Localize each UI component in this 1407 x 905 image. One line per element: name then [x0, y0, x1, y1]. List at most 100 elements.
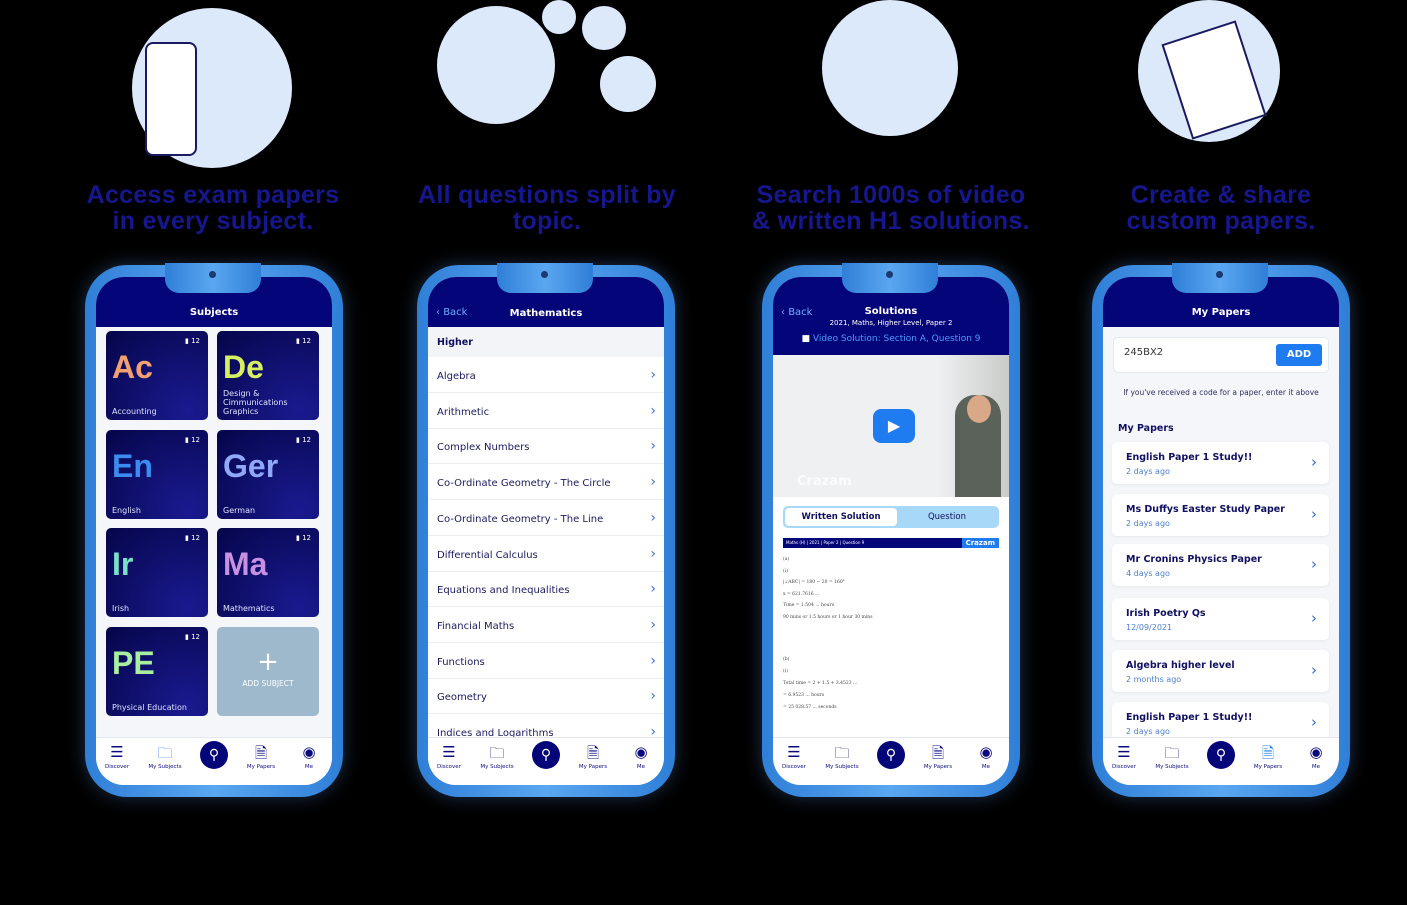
list-icon: ☰ — [1117, 743, 1131, 761]
nav-label: Me — [1311, 764, 1321, 770]
nav-label: Me — [304, 764, 314, 770]
nav-item-discover[interactable]: ☰ Discover — [1103, 743, 1147, 770]
subject-name: Mathematics — [223, 604, 275, 613]
topic-row[interactable]: Geometry › — [428, 679, 664, 715]
topic-label: Complex Numbers — [437, 442, 530, 454]
paper-card[interactable]: Algebra higher level 2 months ago › — [1112, 650, 1329, 692]
page-title: Mathematics — [509, 308, 583, 319]
paper-card[interactable]: Irish Poetry Qs 12/09/2021 › — [1112, 598, 1329, 640]
count: 12 — [302, 436, 311, 444]
subject-name: Design & Cimmunications Graphics — [223, 389, 288, 416]
topic-row[interactable]: Co-Ordinate Geometry - The Circle › — [428, 465, 664, 501]
nav-label: Me — [981, 764, 991, 770]
bookmark-count: ▮ 12 — [185, 633, 200, 641]
doc-header-text: Maths (H) | 2021 | Paper 2 | Question 9 — [786, 540, 865, 545]
paper-code-input[interactable] — [1124, 347, 1264, 358]
chevron-right-icon: › — [650, 545, 656, 562]
topic-row[interactable]: Complex Numbers › — [428, 429, 664, 465]
topic-label: Geometry — [437, 692, 487, 704]
topics-illustration — [437, 6, 555, 124]
doc-line: = 6.9523 ... hours — [783, 693, 825, 698]
topic-row[interactable]: Algebra › — [428, 358, 664, 393]
document-icon: 🗎 — [1261, 744, 1275, 762]
doc-line: (i) — [783, 669, 788, 674]
count: 12 — [302, 534, 311, 542]
nav-item-my-subjects[interactable]: 🗀 My Subjects — [1149, 743, 1195, 770]
search-button[interactable]: ⚲ — [532, 741, 560, 769]
topic-row[interactable]: Differential Calculus › — [428, 536, 664, 572]
subject-tile[interactable]: ▮ 12 De Design & Cimmunications Graphics — [217, 331, 319, 420]
heading-1: Access exam papers in every subject. — [86, 181, 340, 235]
chevron-right-icon: › — [650, 581, 656, 598]
video-solution-link[interactable]: ■ Video Solution: Section A, Question 9 — [773, 334, 1009, 344]
solution-tabs: Written Solution Question — [783, 506, 999, 528]
section-higher: Higher — [428, 327, 664, 357]
tab-question[interactable]: Question — [897, 508, 997, 526]
subject-tile[interactable]: ▮ 12 En English — [106, 430, 208, 519]
paper-card[interactable]: English Paper 1 Study!! 2 days ago › — [1112, 442, 1329, 484]
nav-item-my-papers[interactable]: 🗎 My Papers — [915, 743, 961, 770]
nav-label: Me — [636, 764, 646, 770]
doc-line: = 25 028.57 ... seconds — [783, 705, 837, 710]
count: 12 — [191, 633, 200, 641]
search-button[interactable]: ⚲ — [877, 741, 905, 769]
bottom-nav: ☰ Discover 🗀 My Subjects 🗎 My Papers ◉ Me ⚲ — [1103, 737, 1339, 785]
paper-card[interactable]: Mr Cronins Physics Paper 4 days ago › — [1112, 544, 1329, 586]
tab-written-solution[interactable]: Written Solution — [785, 508, 897, 526]
subject-tile[interactable]: ▮ 12 Ma Mathematics — [217, 528, 319, 617]
my-papers-section: My Papers — [1118, 423, 1174, 434]
subject-name: Physical Education — [112, 703, 187, 712]
subject-tile[interactable]: ▮ 12 Ac Accounting — [106, 331, 208, 420]
nav-item-my-subjects[interactable]: 🗀 My Subjects — [819, 743, 865, 770]
doc-line: 90 mins or 1.5 hours or 1 hour 30 mins — [783, 614, 873, 620]
nav-item-my-papers[interactable]: 🗎 My Papers — [238, 743, 284, 770]
bookmark-count: ▮ 12 — [296, 534, 311, 542]
paper-name: Algebra higher level — [1126, 660, 1235, 671]
heading-3: Search 1000s of video & written H1 soluti… — [752, 181, 1030, 235]
subjects-screen: Subjects ▮ 12 Ac Accounting ▮ 12 De Design & … — [96, 277, 332, 785]
paper-card[interactable]: Ms Duffys Easter Study Paper 2 days ago › — [1112, 494, 1329, 536]
page-title: My Papers — [1191, 307, 1251, 318]
nav-item-me[interactable]: ◉ Me — [618, 743, 664, 770]
play-button[interactable]: ▶ — [873, 409, 915, 443]
subject-name: German — [223, 506, 256, 515]
nav-item-my-papers[interactable]: 🗎 My Papers — [570, 743, 616, 770]
add-code-button[interactable]: ADD — [1276, 344, 1322, 366]
subject-tile[interactable]: ▮ 12 Ger German — [217, 430, 319, 519]
chevron-right-icon: › — [1311, 505, 1317, 523]
video-player[interactable]: ▶ Crazam — [773, 355, 1009, 497]
user-circle-icon: ◉ — [1309, 743, 1323, 761]
add-subject-button[interactable]: + ADD SUBJECT — [217, 627, 319, 716]
topic-row[interactable]: Co-Ordinate Geometry - The Line › — [428, 500, 664, 536]
topic-row[interactable]: Arithmetic › — [428, 393, 664, 429]
nav-item-me[interactable]: ◉ Me — [1293, 743, 1339, 770]
nav-label: Discover — [105, 764, 129, 770]
bottom-nav: ☰ Discover 🗀 My Subjects 🗎 My Papers ◉ Me ⚲ — [96, 737, 332, 785]
chevron-right-icon: › — [650, 474, 656, 491]
search-button[interactable]: ⚲ — [200, 741, 228, 769]
subject-abbr: PE — [112, 645, 155, 681]
nav-item-me[interactable]: ◉ Me — [963, 743, 1009, 770]
topic-row[interactable]: Financial Maths › — [428, 607, 664, 643]
subject-tile[interactable]: ▮ 12 Ir Irish — [106, 528, 208, 617]
doc-line: Time = 1.504 ... hours — [783, 603, 835, 608]
document-icon: 🗎 — [254, 744, 268, 762]
nav-label: My Subjects — [480, 764, 514, 770]
topic-row[interactable]: Functions › — [428, 643, 664, 679]
nav-item-my-subjects[interactable]: 🗀 My Subjects — [142, 743, 188, 770]
nav-item-my-subjects[interactable]: 🗀 My Subjects — [474, 743, 520, 770]
paper-name: Ms Duffys Easter Study Paper — [1126, 504, 1285, 515]
subject-tile[interactable]: ▮ 12 PE Physical Education — [106, 627, 208, 716]
paper-date: 2 days ago — [1126, 467, 1170, 476]
nav-item-discover[interactable]: ☰ Discover — [428, 743, 472, 770]
paper-date: 4 days ago — [1126, 569, 1170, 578]
chevron-right-icon: › — [650, 509, 656, 526]
nav-item-me[interactable]: ◉ Me — [286, 743, 332, 770]
topic-row[interactable]: Equations and Inequalities › — [428, 572, 664, 608]
nav-item-discover[interactable]: ☰ Discover — [96, 743, 140, 770]
search-button[interactable]: ⚲ — [1207, 741, 1235, 769]
paper-date: 2 days ago — [1126, 519, 1170, 528]
subject-abbr: Ac — [112, 349, 153, 385]
nav-item-discover[interactable]: ☰ Discover — [773, 743, 817, 770]
nav-item-my-papers[interactable]: 🗎 My Papers — [1245, 743, 1291, 770]
